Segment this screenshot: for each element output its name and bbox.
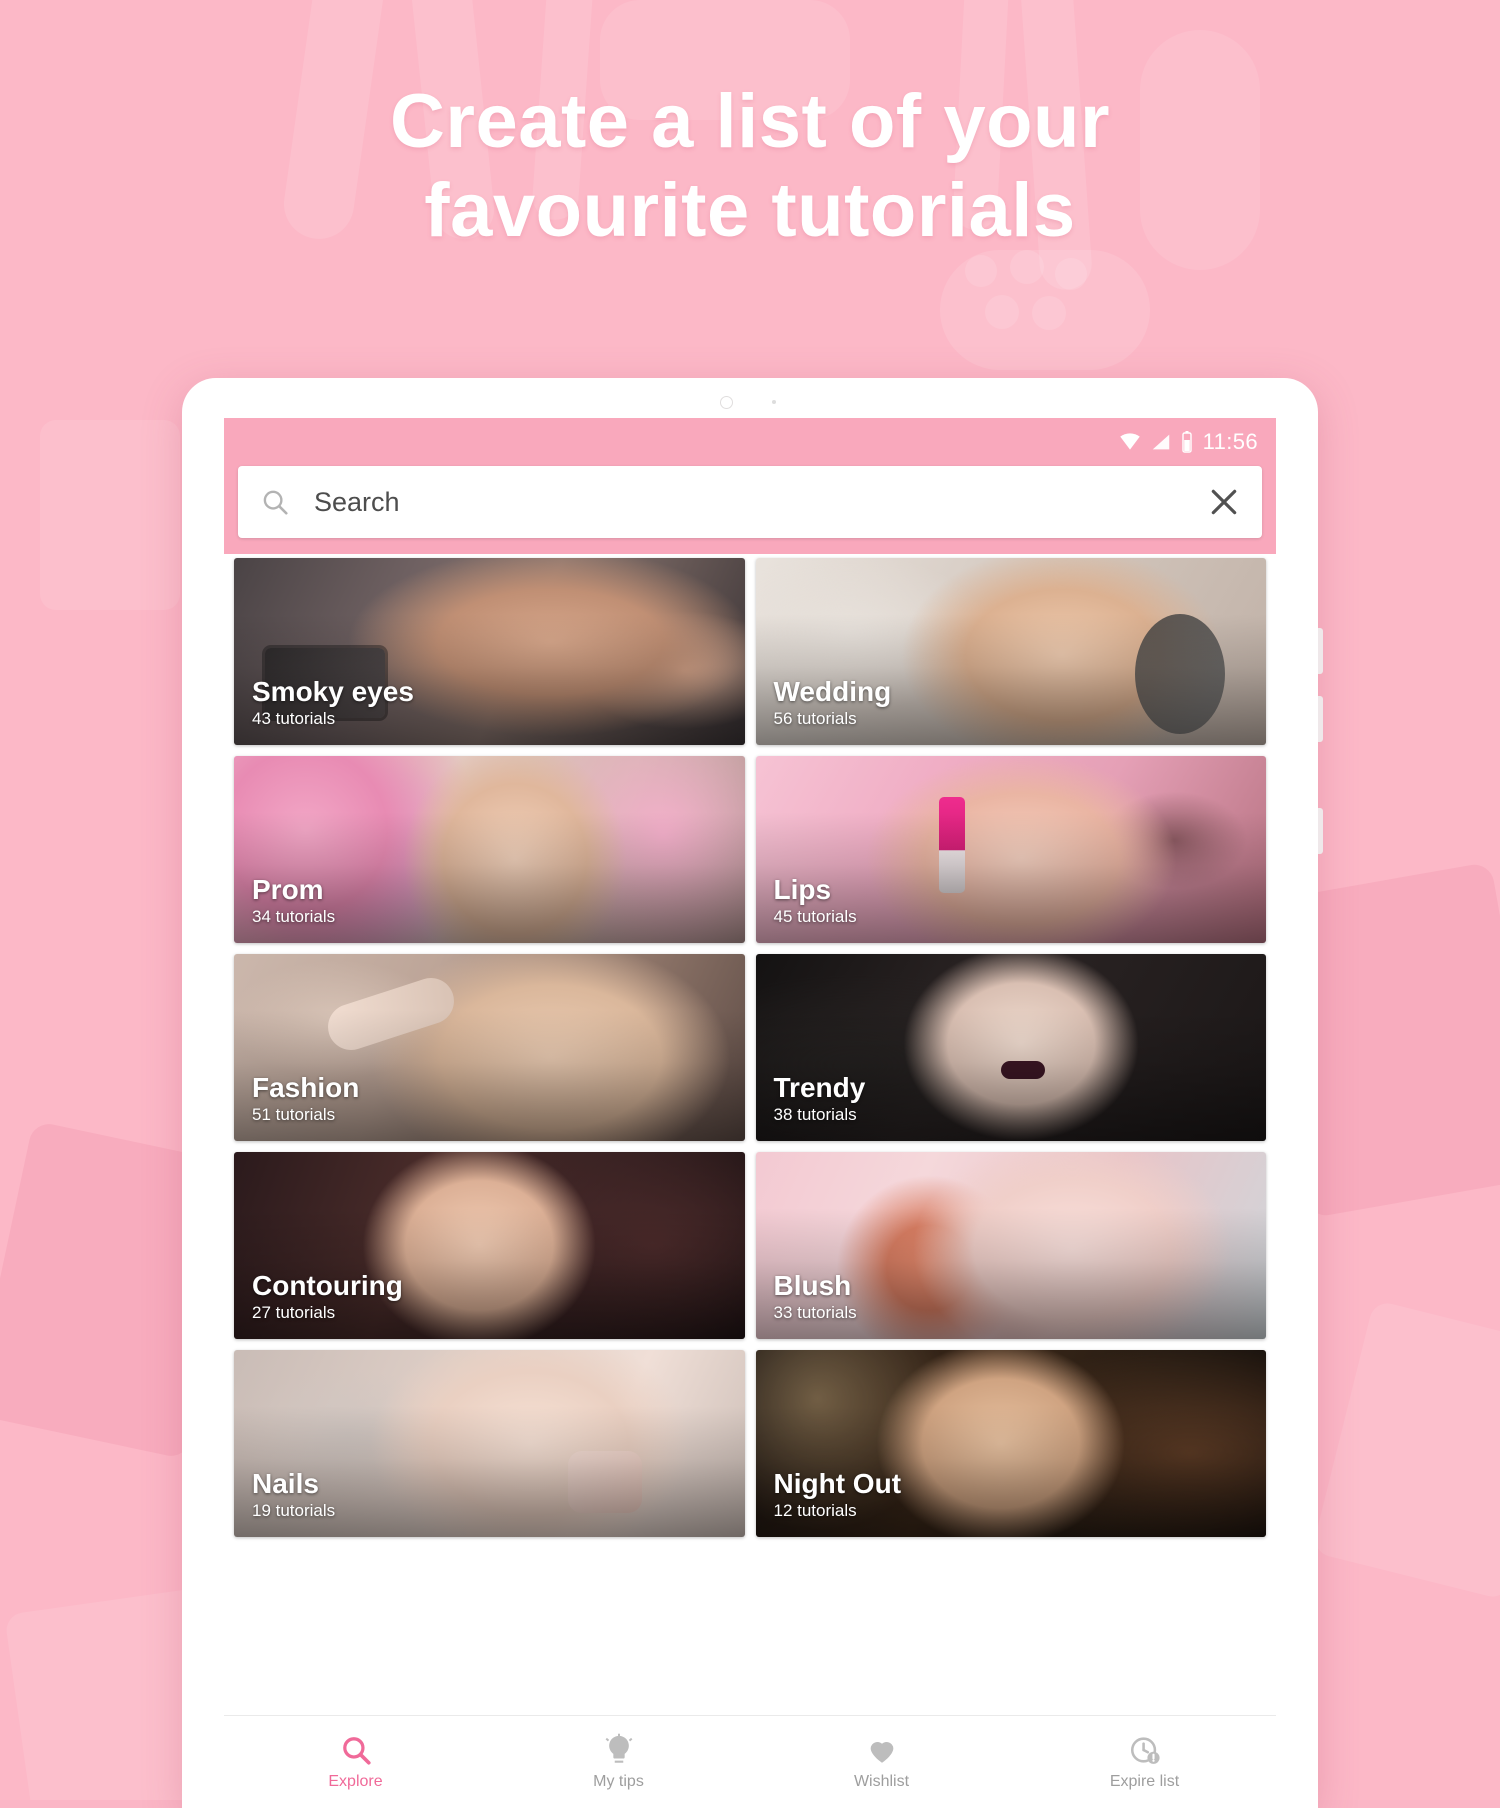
search-section: [224, 466, 1276, 554]
category-count: 27 tutorials: [252, 1303, 336, 1323]
promo-headline: Create a list of your favourite tutorial…: [0, 78, 1500, 256]
category-title: Nails: [252, 1467, 319, 1499]
category-title: Wedding: [773, 675, 892, 707]
bg-circle-decoration: [985, 295, 1019, 329]
category-card-blush[interactable]: Blush 33 tutorials: [755, 1152, 1266, 1339]
category-count: 12 tutorials: [773, 1501, 857, 1521]
category-grid: Smoky eyes 43 tutorials Wedding 56 tutor…: [224, 554, 1276, 1537]
search-icon: [263, 490, 288, 515]
category-title: Lips: [773, 873, 832, 905]
category-card-nails[interactable]: Nails 19 tutorials: [234, 1350, 745, 1537]
category-title: Trendy: [773, 1071, 866, 1103]
category-count: 34 tutorials: [252, 907, 336, 927]
category-card-fashion[interactable]: Fashion 51 tutorials: [234, 954, 745, 1141]
wifi-icon: [1119, 433, 1140, 450]
category-card-night-out[interactable]: Night Out 12 tutorials: [755, 1350, 1266, 1537]
category-count: 33 tutorials: [773, 1303, 857, 1323]
category-title: Prom: [252, 873, 324, 905]
bg-circle-decoration: [1032, 296, 1066, 330]
signal-icon: [1152, 434, 1169, 450]
search-input[interactable]: [312, 485, 1208, 519]
nav-label: Expire list: [1109, 1773, 1180, 1790]
nav-item-expire-list[interactable]: Expire list: [1013, 1733, 1276, 1791]
tablet-bezel-top: [182, 378, 1318, 418]
close-icon[interactable]: [1208, 486, 1240, 518]
nav-label: Explore: [328, 1773, 383, 1790]
bg-circle-decoration: [965, 255, 997, 287]
category-count: 38 tutorials: [773, 1105, 857, 1125]
battery-icon: [1181, 431, 1192, 453]
search-bar[interactable]: [238, 466, 1262, 538]
category-card-smoky-eyes[interactable]: Smoky eyes 43 tutorials: [234, 558, 745, 745]
category-card-wedding[interactable]: Wedding 56 tutorials: [755, 558, 1266, 745]
volume-button[interactable]: [1318, 628, 1323, 674]
nav-item-wishlist[interactable]: Wishlist: [750, 1733, 1013, 1791]
clock-alert-icon: [1130, 1737, 1160, 1764]
category-card-prom[interactable]: Prom 34 tutorials: [234, 756, 745, 943]
headline-line-2: favourite tutorials: [424, 167, 1076, 253]
tablet-device-frame: 11:56 Smoky eyes: [182, 378, 1323, 1808]
side-button-extra[interactable]: [1318, 808, 1323, 854]
bg-shape-decoration: [1311, 1299, 1500, 1601]
category-title: Fashion: [252, 1071, 360, 1103]
bottom-navigation: Explore My tips Wishlist Expire list: [224, 1715, 1276, 1808]
search-icon: [342, 1737, 371, 1765]
nav-item-explore[interactable]: Explore: [224, 1733, 487, 1791]
category-card-lips[interactable]: Lips 45 tutorials: [755, 756, 1266, 943]
nav-label: My tips: [593, 1773, 644, 1790]
front-camera: [720, 396, 780, 409]
category-card-trendy[interactable]: Trendy 38 tutorials: [755, 954, 1266, 1141]
status-bar: 11:56: [224, 418, 1276, 466]
category-title: Blush: [773, 1269, 852, 1301]
status-time: 11:56: [1202, 429, 1258, 454]
category-count: 19 tutorials: [252, 1501, 336, 1521]
nav-label: Wishlist: [853, 1773, 910, 1790]
category-title: Smoky eyes: [252, 675, 414, 707]
category-card-contouring[interactable]: Contouring 27 tutorials: [234, 1152, 745, 1339]
category-count: 45 tutorials: [773, 907, 857, 927]
category-count: 56 tutorials: [773, 709, 857, 729]
category-count: 43 tutorials: [252, 709, 336, 729]
nav-item-my-tips[interactable]: My tips: [487, 1733, 750, 1791]
bg-circle-decoration: [1055, 258, 1087, 290]
headline-line-1: Create a list of your: [389, 79, 1111, 164]
bg-shape-decoration: [40, 420, 180, 610]
category-title: Night Out: [773, 1467, 902, 1499]
app-screen: 11:56 Smoky eyes: [224, 418, 1276, 1808]
lightbulb-icon: [605, 1733, 632, 1763]
category-count: 51 tutorials: [252, 1105, 336, 1125]
category-title: Contouring: [252, 1269, 403, 1301]
status-icon-group: [1117, 429, 1195, 455]
power-button[interactable]: [1318, 696, 1323, 742]
heart-icon: [870, 1742, 893, 1763]
